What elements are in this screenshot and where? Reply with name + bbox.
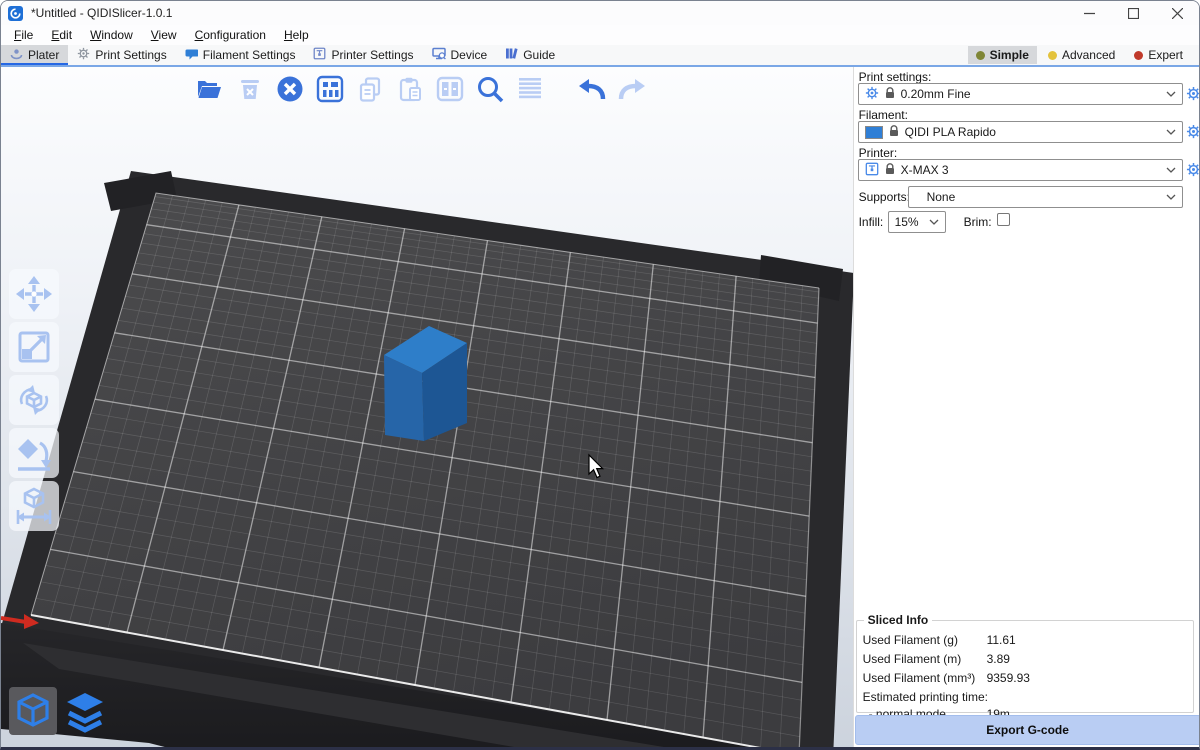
sliced-info-row: Used Filament (g) 11.61 [857,633,1193,652]
preview-layers-view-button[interactable] [61,687,109,735]
gear-icon [77,47,90,63]
filament-color-swatch [865,126,883,139]
split-to-objects-button[interactable] [433,72,467,106]
lock-icon [889,125,899,140]
printer-combo[interactable]: X-MAX 3 [858,159,1183,181]
simple-mode-dot-icon [976,51,985,60]
advanced-mode-dot-icon [1048,51,1057,60]
open-button[interactable] [193,72,227,106]
gear-icon [865,86,879,103]
filament-gear-button[interactable] [1186,124,1200,139]
mode-switcher: Simple Advanced Expert [968,45,1199,65]
sliced-info-row: Used Filament (m) 3.89 [857,652,1193,671]
rotate-button[interactable] [9,375,59,425]
printer-icon [865,162,879,179]
menu-bar: File Edit Window View Configuration Help [1,25,1199,45]
app-window: *Untitled - QIDISlicer-1.0.1 File Edit W… [0,0,1200,750]
menu-edit[interactable]: Edit [42,26,81,44]
printer-label: Printer: [859,146,898,160]
app-logo-icon [8,6,23,21]
chevron-down-icon [1166,91,1176,97]
filament-icon [185,47,198,63]
measure-button[interactable] [9,481,59,531]
sliced-info-row: Used Filament (mm³) 9359.93 [857,671,1193,690]
tab-guide[interactable]: Guide [496,45,564,65]
menu-help[interactable]: Help [275,26,318,44]
3d-viewport[interactable] [1,67,853,750]
mode-expert[interactable]: Expert [1126,46,1191,64]
menu-file[interactable]: File [5,26,42,44]
search-button[interactable] [473,72,507,106]
title-bar: *Untitled - QIDISlicer-1.0.1 [1,1,1199,25]
expert-mode-dot-icon [1134,51,1143,60]
plater-icon [10,47,23,63]
chevron-down-icon [1166,167,1176,173]
export-gcode-button[interactable]: Export G-code [855,715,1200,745]
move-button[interactable] [9,269,59,319]
arrange-button[interactable] [313,72,347,106]
estimated-time-label-row: Estimated printing time: [857,690,1193,707]
books-icon [505,47,518,63]
plater-toolbar [193,72,649,106]
place-on-face-button[interactable] [9,428,59,478]
settings-panel: Print settings: 0.20mm Fine Filament: QI… [853,67,1199,750]
printer-gear-button[interactable] [1186,162,1200,177]
lock-icon [885,163,895,178]
tab-filament-settings[interactable]: Filament Settings [176,45,305,65]
menu-configuration[interactable]: Configuration [186,26,275,44]
variable-layer-height-button[interactable] [513,72,547,106]
brim-checkbox[interactable] [997,213,1010,226]
sliced-info-panel: Sliced Info Used Filament (g) 11.61 Used… [856,613,1194,713]
chevron-down-icon [1166,129,1176,135]
supports-label: Supports: [859,190,910,204]
mode-advanced[interactable]: Advanced [1040,46,1123,64]
copy-button[interactable] [353,72,387,106]
chevron-down-icon [929,219,939,225]
window-title: *Untitled - QIDISlicer-1.0.1 [31,6,172,20]
scale-button[interactable] [9,322,59,372]
infill-combo[interactable]: 15% [888,211,946,233]
object-manipulation-toolbar [9,269,59,531]
paste-button[interactable] [393,72,427,106]
tab-bar: Plater Print Settings Filament Settings … [1,45,1199,65]
device-monitor-icon [432,47,446,63]
tab-printer-settings[interactable]: Printer Settings [304,45,422,65]
sliced-info-title: Sliced Info [864,613,933,627]
print-settings-label: Print settings: [859,70,932,84]
infill-label: Infill: [859,215,884,229]
delete-all-button[interactable] [273,72,307,106]
filament-combo[interactable]: QIDI PLA Rapido [858,121,1183,143]
lock-icon [885,87,895,102]
view-mode-toggles [9,687,109,735]
filament-label: Filament: [859,108,908,122]
printer-icon [313,47,326,63]
close-button[interactable] [1155,1,1199,25]
undo-button[interactable] [575,72,609,106]
mode-simple[interactable]: Simple [968,46,1037,64]
redo-button[interactable] [615,72,649,106]
menu-window[interactable]: Window [81,26,142,44]
tab-device[interactable]: Device [423,45,497,65]
editor-3d-view-button[interactable] [9,687,57,735]
chevron-down-icon [1166,194,1176,200]
tab-print-settings[interactable]: Print Settings [68,45,175,65]
maximize-button[interactable] [1111,1,1155,25]
print-settings-combo[interactable]: 0.20mm Fine [858,83,1183,105]
delete-button[interactable] [233,72,267,106]
supports-combo[interactable]: None [908,186,1183,208]
brim-label: Brim: [964,215,992,229]
build-plate-scene [1,67,853,750]
minimize-button[interactable] [1067,1,1111,25]
menu-view[interactable]: View [142,26,186,44]
print-settings-gear-button[interactable] [1186,86,1200,101]
tab-plater[interactable]: Plater [1,45,68,65]
